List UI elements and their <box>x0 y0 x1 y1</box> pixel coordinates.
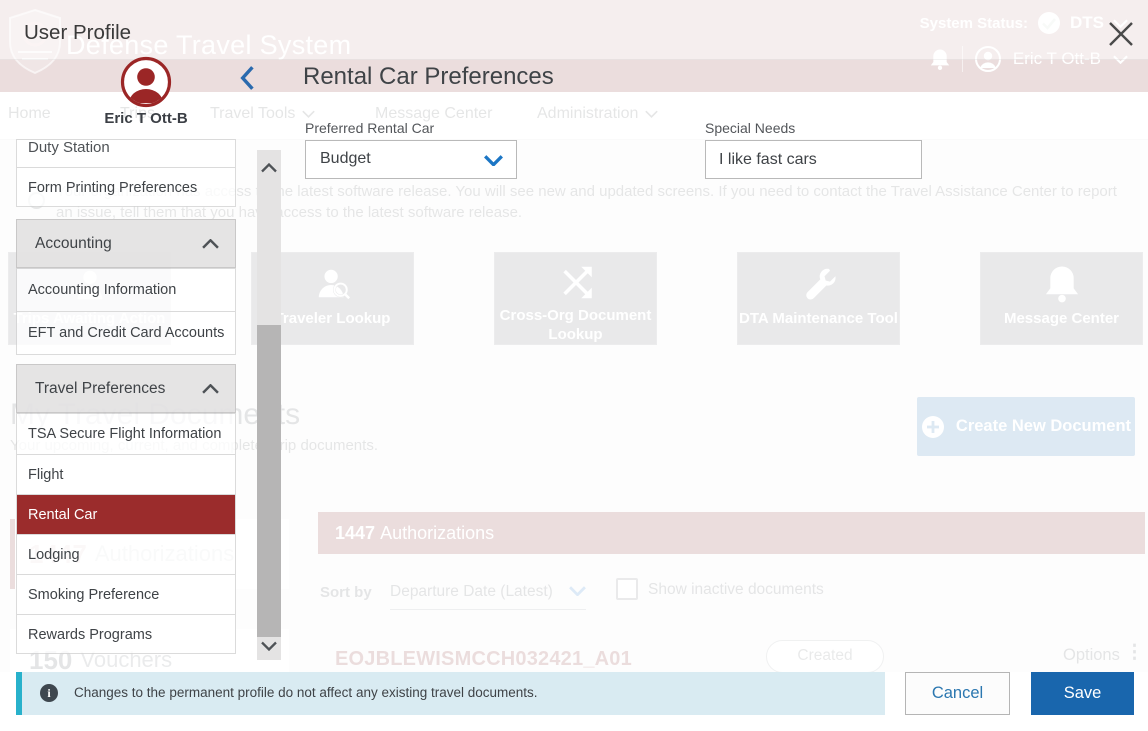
preferred-rental-car-label: Preferred Rental Car <box>305 120 434 136</box>
sidebar-item-form-printing-preferences[interactable]: Form Printing Preferences <box>17 167 235 207</box>
sidebar-card-top: Duty Station Form Printing Preferences <box>16 139 236 207</box>
chevron-down-icon <box>484 155 503 166</box>
profile-user-name: Eric T Ott-B <box>86 110 206 127</box>
modal-header-bar <box>0 0 1148 60</box>
special-needs-label: Special Needs <box>705 120 795 136</box>
save-button[interactable]: Save <box>1031 672 1134 715</box>
sidebar-section-accounting[interactable]: Accounting <box>16 219 236 268</box>
sidebar-item-flight[interactable]: Flight <box>17 454 235 494</box>
info-strip: i Changes to the permanent profile do no… <box>16 672 885 715</box>
sidebar-item-tsa-secure-flight-information[interactable]: TSA Secure Flight Information <box>17 414 235 454</box>
sidebar-item-lodging[interactable]: Lodging <box>17 534 235 574</box>
sidebar-card-travel-preferences: TSA Secure Flight Information Flight Ren… <box>16 413 236 654</box>
info-icon: i <box>40 684 58 702</box>
sidebar-item-duty-station[interactable]: Duty Station <box>17 140 235 167</box>
chevron-up-icon <box>202 239 219 249</box>
profile-avatar <box>120 56 172 108</box>
user-profile-modal: User Profile Eric T Ott-B Rental Car Pre… <box>0 0 1148 731</box>
info-message: Changes to the permanent profile do not … <box>74 685 538 700</box>
sidebar-item-smoking-preference[interactable]: Smoking Preference <box>17 574 235 614</box>
scroll-down-icon[interactable] <box>261 641 277 651</box>
scroll-up-icon[interactable] <box>261 163 277 173</box>
cancel-button[interactable]: Cancel <box>905 672 1010 715</box>
chevron-up-icon <box>202 384 219 394</box>
sidebar-item-rental-car-selected[interactable]: Rental Car <box>17 494 235 534</box>
sidebar-section-travel-preferences[interactable]: Travel Preferences <box>16 364 236 413</box>
sidebar-item-rewards-programs[interactable]: Rewards Programs <box>17 614 235 654</box>
close-icon[interactable] <box>1104 17 1138 51</box>
modal-title: User Profile <box>24 21 131 45</box>
special-needs-input[interactable] <box>705 140 922 179</box>
screen: Defense Travel System System Status: DTS <box>0 0 1148 731</box>
scrollbar-thumb[interactable] <box>257 325 281 637</box>
sidebar-item-accounting-information[interactable]: Accounting Information <box>17 269 235 311</box>
back-chevron-icon[interactable] <box>236 64 258 92</box>
sidebar-scrollbar[interactable] <box>257 150 281 660</box>
sidebar-card-accounting: Accounting Information EFT and Credit Ca… <box>16 268 236 355</box>
page-title: Rental Car Preferences <box>303 63 554 91</box>
sidebar-item-eft-credit-card-accounts[interactable]: EFT and Credit Card Accounts <box>17 311 235 353</box>
modal-footer: i Changes to the permanent profile do no… <box>0 672 1148 731</box>
preferred-rental-car-select[interactable]: Budget <box>305 140 517 179</box>
